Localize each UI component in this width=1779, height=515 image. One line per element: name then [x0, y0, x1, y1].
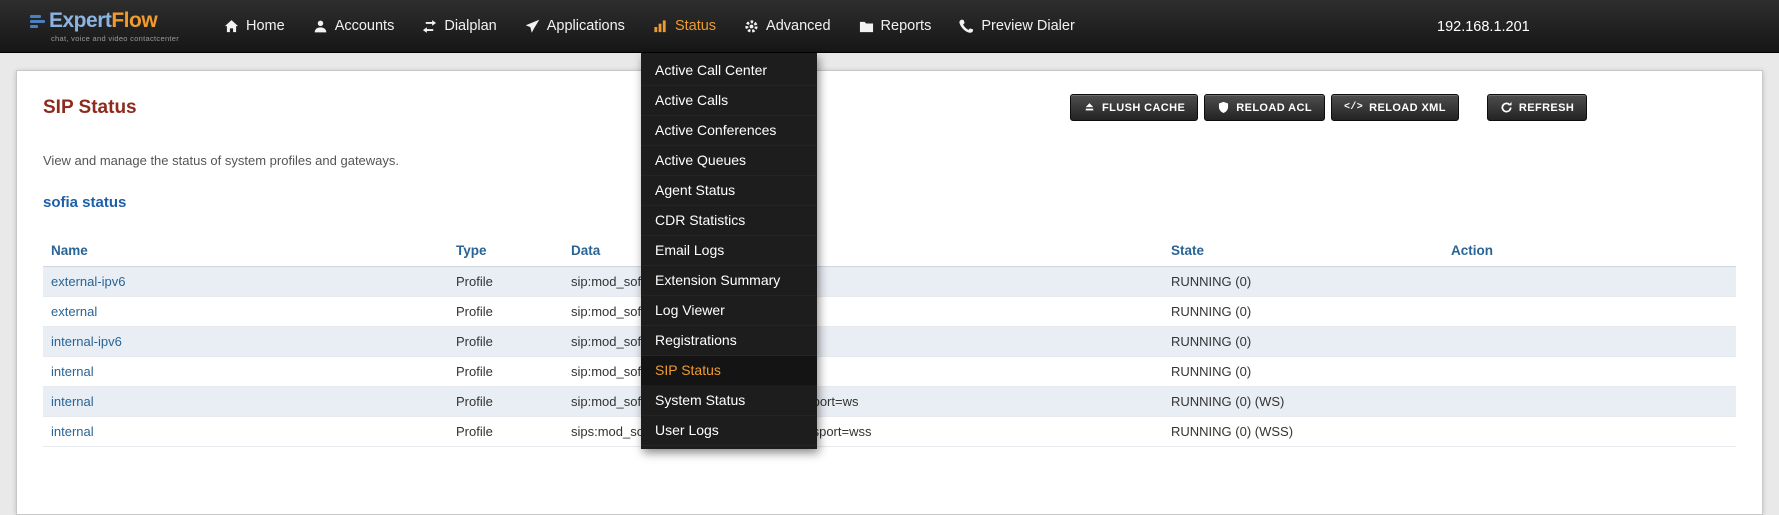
- brand-logo-row: Expert Flow: [30, 9, 210, 33]
- menu-item-agent-status[interactable]: Agent Status: [641, 176, 817, 206]
- top-navbar: Expert Flow chat, voice and video contac…: [0, 0, 1779, 53]
- cell-action: [1443, 297, 1736, 327]
- brand-name-primary: Expert: [49, 9, 111, 33]
- cell-type: Profile: [448, 297, 563, 327]
- nav-item-applications[interactable]: Applications: [511, 0, 639, 52]
- button-label: FLUSH CACHE: [1102, 102, 1185, 114]
- folder-icon: [859, 19, 874, 34]
- column-header-type[interactable]: Type: [448, 235, 563, 267]
- transfer-arrows-icon: [422, 19, 437, 34]
- nav-item-label: Home: [246, 18, 285, 34]
- paper-plane-icon: [525, 19, 540, 34]
- button-label: RELOAD XML: [1369, 102, 1446, 114]
- nav-item-label: Dialplan: [444, 18, 496, 34]
- page-description: View and manage the status of system pro…: [43, 153, 1736, 168]
- cell-action: [1443, 417, 1736, 447]
- profile-name-link[interactable]: internal: [51, 424, 94, 439]
- refresh-icon: [1500, 101, 1513, 114]
- status-dropdown-menu: Active Call Center Active Calls Active C…: [641, 53, 817, 449]
- reload-xml-button[interactable]: </> RELOAD XML: [1331, 94, 1459, 121]
- cell-type: Profile: [448, 327, 563, 357]
- cell-state: RUNNING (0): [1163, 297, 1443, 327]
- table-row: external-ipv6 Profile sip:mod_sofia@[::1…: [43, 267, 1736, 297]
- cell-type: Profile: [448, 357, 563, 387]
- menu-item-system-status[interactable]: System Status: [641, 386, 817, 416]
- profile-name-link[interactable]: external: [51, 304, 97, 319]
- reload-acl-button[interactable]: RELOAD ACL: [1204, 94, 1325, 121]
- nav-item-preview-dialer[interactable]: Preview Dialer: [945, 0, 1088, 52]
- cell-action: [1443, 327, 1736, 357]
- column-header-state[interactable]: State: [1163, 235, 1443, 267]
- server-ip: 192.168.1.201: [1437, 0, 1530, 53]
- cell-action: [1443, 267, 1736, 297]
- cell-action: [1443, 357, 1736, 387]
- nav-item-label: Status: [675, 18, 716, 34]
- menu-item-log-viewer[interactable]: Log Viewer: [641, 296, 817, 326]
- flush-cache-button[interactable]: FLUSH CACHE: [1070, 94, 1198, 121]
- column-header-name[interactable]: Name: [43, 235, 448, 267]
- nav-item-label: Advanced: [766, 18, 831, 34]
- nav-item-label: Applications: [547, 18, 625, 34]
- code-icon: </>: [1344, 102, 1363, 113]
- brand-logo[interactable]: Expert Flow chat, voice and video contac…: [30, 9, 210, 43]
- brand-name-secondary: Flow: [111, 9, 157, 33]
- profile-name-link[interactable]: internal: [51, 364, 94, 379]
- phone-icon: [959, 19, 974, 34]
- cell-state: RUNNING (0) (WS): [1163, 387, 1443, 417]
- section-title: sofia status: [43, 194, 1736, 211]
- cell-state: RUNNING (0): [1163, 267, 1443, 297]
- menu-item-active-call-center[interactable]: Active Call Center: [641, 56, 817, 86]
- refresh-button[interactable]: REFRESH: [1487, 94, 1587, 121]
- column-header-action[interactable]: Action: [1443, 235, 1736, 267]
- nav-item-status[interactable]: Status: [639, 0, 730, 52]
- home-icon: [224, 19, 239, 34]
- profile-name-link[interactable]: internal-ipv6: [51, 334, 122, 349]
- profile-name-link[interactable]: internal: [51, 394, 94, 409]
- button-label: RELOAD ACL: [1236, 102, 1312, 114]
- nav-item-home[interactable]: Home: [210, 0, 299, 52]
- nav-item-accounts[interactable]: Accounts: [299, 0, 409, 52]
- menu-item-email-logs[interactable]: Email Logs: [641, 236, 817, 266]
- cell-type: Profile: [448, 417, 563, 447]
- menu-item-cdr-statistics[interactable]: CDR Statistics: [641, 206, 817, 236]
- button-label: REFRESH: [1519, 102, 1574, 114]
- brand-tagline: chat, voice and video contactcenter: [51, 34, 210, 43]
- cell-state: RUNNING (0): [1163, 357, 1443, 387]
- bar-chart-icon: [653, 19, 668, 34]
- profile-name-link[interactable]: external-ipv6: [51, 274, 125, 289]
- menu-item-active-calls[interactable]: Active Calls: [641, 86, 817, 116]
- table-row: internal Profile sips:mod_sofia@192.168.…: [43, 417, 1736, 447]
- table-row: external Profile sip:mod_sofia@192.168.1…: [43, 297, 1736, 327]
- cell-state: RUNNING (0) (WSS): [1163, 417, 1443, 447]
- nav-item-label: Accounts: [335, 18, 395, 34]
- cell-type: Profile: [448, 387, 563, 417]
- main-menu: Home Accounts Dialplan Applications Stat…: [210, 0, 1089, 52]
- content-card: SIP Status FLUSH CACHE RELOAD ACL </> RE…: [16, 70, 1763, 515]
- gear-icon: [744, 19, 759, 34]
- person-icon: [313, 19, 328, 34]
- toolbar: FLUSH CACHE RELOAD ACL </> RELOAD XML RE…: [1070, 94, 1587, 121]
- table-row: internal Profile sip:mod_sofia@192.168.1…: [43, 357, 1736, 387]
- table-row: internal Profile sip:mod_sofia@192.168.1…: [43, 387, 1736, 417]
- table-header-row: Name Type Data State Action: [43, 235, 1736, 267]
- menu-item-active-conferences[interactable]: Active Conferences: [641, 116, 817, 146]
- cell-state: RUNNING (0): [1163, 327, 1443, 357]
- menu-item-sip-status[interactable]: SIP Status: [641, 356, 817, 386]
- logo-bars-icon: [30, 15, 45, 28]
- eject-icon: [1083, 101, 1096, 114]
- nav-item-dialplan[interactable]: Dialplan: [408, 0, 510, 52]
- cell-action: [1443, 387, 1736, 417]
- nav-item-advanced[interactable]: Advanced: [730, 0, 845, 52]
- nav-item-label: Reports: [881, 18, 932, 34]
- menu-item-user-logs[interactable]: User Logs: [641, 416, 817, 446]
- menu-item-registrations[interactable]: Registrations: [641, 326, 817, 356]
- menu-item-active-queues[interactable]: Active Queues: [641, 146, 817, 176]
- cell-type: Profile: [448, 267, 563, 297]
- table-row: internal-ipv6 Profile sip:mod_sofia@[::1…: [43, 327, 1736, 357]
- shield-icon: [1217, 101, 1230, 114]
- nav-item-label: Preview Dialer: [981, 18, 1074, 34]
- menu-item-extension-summary[interactable]: Extension Summary: [641, 266, 817, 296]
- nav-item-reports[interactable]: Reports: [845, 0, 946, 52]
- sofia-status-table: Name Type Data State Action external-ipv…: [43, 235, 1736, 447]
